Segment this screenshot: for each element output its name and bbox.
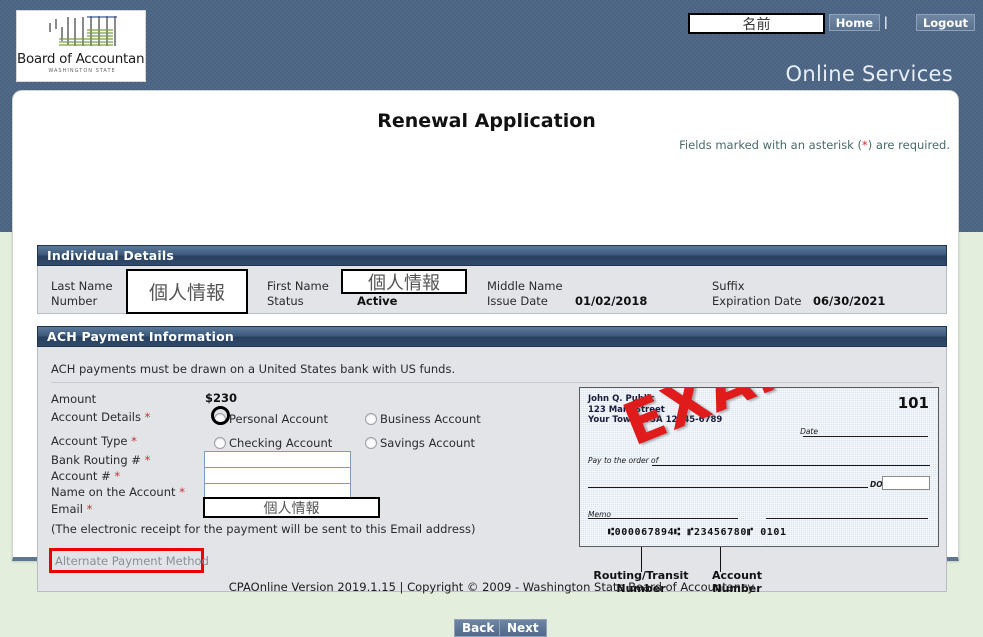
- asterisk-account-type: *: [131, 434, 137, 448]
- account-number-input[interactable]: [204, 467, 351, 484]
- section-title-individual-details: Individual Details: [47, 248, 175, 263]
- label-account-type-text: Account Type: [51, 434, 128, 448]
- back-button[interactable]: Back: [454, 619, 503, 637]
- sample-check-illustration: John Q. Public 123 Main Street Your Town…: [579, 387, 939, 595]
- radio-savings-account-control[interactable]: [365, 437, 377, 449]
- required-note-pre: Fields marked with an asterisk (: [679, 138, 862, 152]
- section-header-individual-details: Individual Details: [37, 245, 947, 266]
- label-account-number-text: Account #: [51, 469, 111, 483]
- label-middle-name: Middle Name: [487, 279, 563, 293]
- value-status: Active: [357, 294, 398, 308]
- label-email: Email *: [51, 502, 92, 516]
- user-name-redacted: 名前: [688, 13, 825, 34]
- check-number: 101: [897, 394, 929, 412]
- check-amount-box: [882, 476, 930, 490]
- asterisk-name-on-account: *: [179, 485, 185, 499]
- check-date-label: Date: [800, 427, 818, 436]
- label-amount: Amount: [51, 392, 97, 406]
- redaction-email: 個人情報: [203, 497, 380, 518]
- asterisk-account-number: *: [114, 469, 121, 483]
- radio-savings-account-label: Savings Account: [380, 436, 476, 450]
- asterisk-bank-routing: *: [144, 453, 151, 467]
- label-email-text: Email: [51, 502, 83, 516]
- page-title: Renewal Application: [377, 110, 596, 132]
- value-expiration-date: 06/30/2021: [813, 294, 886, 308]
- radio-savings-account[interactable]: Savings Account: [365, 436, 475, 450]
- annotation-ring-personal-account: [211, 406, 230, 425]
- ach-divider: [51, 382, 933, 383]
- radio-business-account[interactable]: Business Account: [365, 412, 481, 426]
- radio-checking-account-control[interactable]: [214, 437, 226, 449]
- required-fields-note: Fields marked with an asterisk (*) are r…: [679, 138, 950, 152]
- agency-logo: Board of Accountancy WASHINGTON STATE: [16, 10, 146, 82]
- label-account-details-text: Account Details: [51, 410, 141, 424]
- check-signature-line: [766, 518, 928, 519]
- logout-link[interactable]: Logout: [915, 14, 975, 31]
- section-title-ach-payment: ACH Payment Information: [47, 329, 234, 344]
- logo-barcode-icon: [49, 16, 117, 46]
- label-bank-routing: Bank Routing # *: [51, 453, 150, 467]
- home-link[interactable]: Home: [828, 14, 880, 31]
- next-button[interactable]: Next: [499, 619, 547, 637]
- label-last-name: Last Name: [51, 279, 113, 293]
- label-account-details: Account Details *: [51, 410, 150, 424]
- asterisk-email: *: [86, 502, 93, 516]
- check-example-watermark: EXAMPLE: [614, 388, 936, 459]
- online-services-title: Online Services: [785, 62, 953, 86]
- radio-business-account-label: Business Account: [380, 412, 481, 426]
- radio-checking-account-label: Checking Account: [229, 436, 333, 450]
- label-name-on-account-text: Name on the Account: [51, 485, 176, 499]
- redaction-last-name: 個人情報: [126, 269, 248, 314]
- logo-subtitle: WASHINGTON STATE: [48, 68, 116, 74]
- radio-checking-account[interactable]: Checking Account: [214, 436, 332, 450]
- section-header-ach-payment: ACH Payment Information: [37, 326, 947, 347]
- value-issue-date: 01/02/2018: [575, 294, 648, 308]
- check-micr-line: ⑆000067894⑆ ⑈23456780⑈ 0101: [608, 527, 787, 538]
- label-name-on-account: Name on the Account *: [51, 485, 185, 499]
- logo-name: Board of Accountancy: [17, 51, 146, 67]
- ach-note: ACH payments must be drawn on a United S…: [51, 362, 456, 376]
- label-account-number: Account # *: [51, 469, 120, 483]
- label-suffix: Suffix: [712, 279, 745, 293]
- label-status: Status: [267, 294, 304, 308]
- asterisk-account-details: *: [144, 410, 151, 424]
- check-amount-words-line: [588, 487, 868, 488]
- radio-personal-account-label: Personal Account: [229, 412, 328, 426]
- label-issue-date: Issue Date: [487, 294, 548, 308]
- page-footer: CPAOnline Version 2019.1.15 | Copyright …: [228, 580, 755, 594]
- label-first-name: First Name: [267, 279, 329, 293]
- required-note-post: ) are required.: [867, 138, 950, 152]
- email-receipt-note: (The electronic receipt for the payment …: [51, 522, 476, 536]
- label-account-type: Account Type *: [51, 434, 137, 448]
- alternate-payment-method-link[interactable]: Alternate Payment Method: [55, 554, 209, 568]
- check-memo-line: [588, 518, 738, 519]
- check-date-line: [803, 436, 928, 437]
- nav-separator-2: |: [883, 15, 888, 29]
- label-expiration-date: Expiration Date: [712, 294, 802, 308]
- label-number: Number: [51, 294, 98, 308]
- radio-personal-account[interactable]: Personal Account: [214, 412, 328, 426]
- check-face: John Q. Public 123 Main Street Your Town…: [579, 387, 939, 547]
- bank-routing-input[interactable]: [204, 451, 351, 468]
- label-bank-routing-text: Bank Routing #: [51, 453, 141, 467]
- check-payto-line: [652, 465, 930, 466]
- check-payto-label: Pay to the order of: [588, 456, 659, 465]
- radio-business-account-control[interactable]: [365, 413, 377, 425]
- value-amount: $230: [205, 391, 238, 405]
- content-panel: Renewal Application Fields marked with a…: [12, 90, 959, 637]
- redaction-first-name: 個人情報: [341, 269, 467, 294]
